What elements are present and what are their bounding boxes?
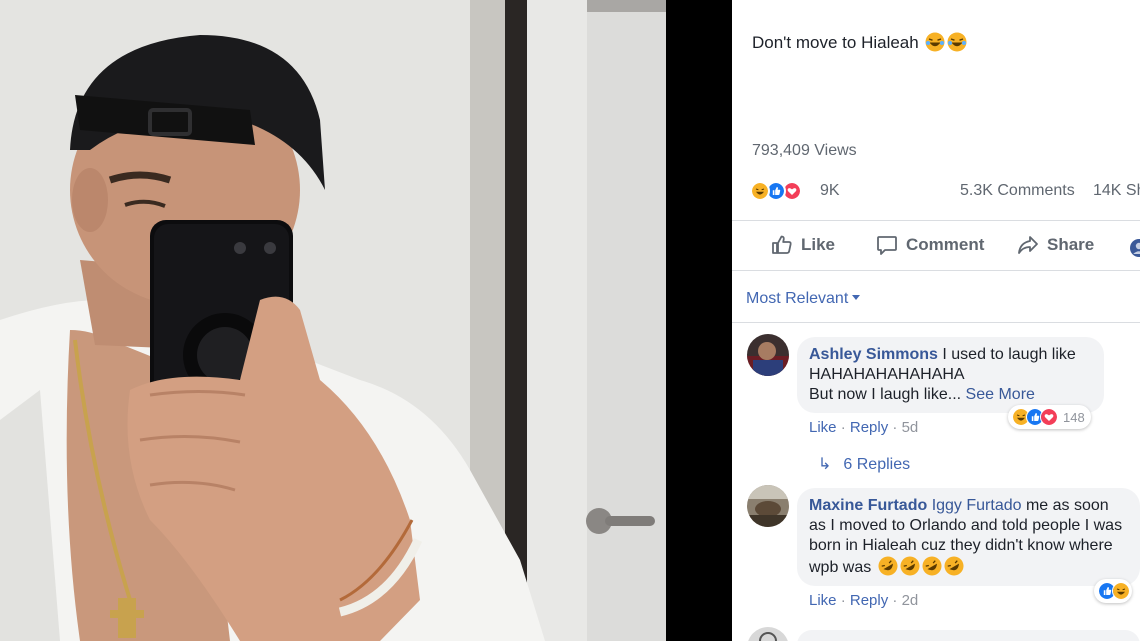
comment-text: me as soon: [1025, 497, 1109, 514]
comment-timestamp[interactable]: 2d: [902, 592, 919, 609]
video-letterbox: [666, 0, 732, 641]
comment-button[interactable]: Comment: [875, 232, 984, 258]
divider: [732, 270, 1140, 271]
comment-sort-label: Most Relevant: [746, 290, 849, 307]
comment-text: wpb was: [809, 559, 872, 576]
view-replies-link[interactable]: ↳ 6 Replies: [818, 454, 910, 474]
comment-text: I used to laugh like: [942, 346, 1076, 363]
haha-reaction-icon: [750, 181, 770, 201]
see-more-link[interactable]: See More: [966, 386, 1035, 403]
reaction-summary: 9K 5.3K Comments 14K Sh: [750, 180, 1140, 202]
haha-reaction-icon: [1112, 582, 1130, 600]
comment-avatar[interactable]: [747, 334, 789, 376]
video-frame: [0, 0, 666, 641]
rofl-icon: [878, 556, 898, 576]
shares-count-link[interactable]: 14K Sh: [1093, 182, 1140, 200]
comment-like-link[interactable]: Like: [809, 419, 837, 436]
view-count: 793,409 Views: [752, 142, 857, 159]
rofl-icon: [922, 556, 942, 576]
laughing-tears-icon: [925, 32, 945, 52]
thumbs-up-icon: [772, 235, 792, 254]
caret-down-icon: [852, 295, 861, 300]
rofl-icon: [944, 556, 964, 576]
share-button[interactable]: Share: [1016, 232, 1094, 258]
love-reaction-icon: [1040, 408, 1058, 426]
post-caption: Don't move to Hialeah: [752, 32, 967, 53]
share-arrow-icon: [1018, 236, 1038, 254]
comment-avatar[interactable]: [747, 485, 789, 527]
tagged-user-link[interactable]: Iggy Furtado: [932, 497, 1022, 514]
comment-reply-link[interactable]: Reply: [850, 592, 888, 609]
comment-text: But now I laugh like...: [809, 386, 962, 403]
comment-text: HAHAHAHAHAHAHA: [809, 366, 965, 383]
comment-bubble: [797, 630, 1140, 641]
reaction-count[interactable]: 9K: [820, 182, 840, 200]
replies-count: 6 Replies: [843, 456, 911, 473]
meta-separator: ·: [840, 592, 846, 609]
comment-author-link[interactable]: Maxine Furtado: [809, 497, 927, 514]
share-button-label: Share: [1047, 235, 1095, 254]
page-avatar-icon[interactable]: [1130, 239, 1140, 257]
comment-timestamp[interactable]: 5d: [902, 419, 919, 436]
divider: [732, 322, 1140, 323]
comment-author-link[interactable]: Ashley Simmons: [809, 346, 938, 363]
reply-arrow-icon: ↳: [818, 456, 832, 473]
comment-reactions[interactable]: 148: [1008, 405, 1091, 429]
video-player[interactable]: [0, 0, 666, 641]
comments-count-link[interactable]: 5.3K Comments: [960, 182, 1075, 200]
post-caption-text: Don't move to Hialeah: [752, 33, 919, 52]
comment-like-link[interactable]: Like: [809, 592, 837, 609]
comment-icon: [877, 236, 897, 255]
comment-reaction-count: 148: [1063, 409, 1085, 425]
post-panel: Don't move to Hialeah 793,409 Views 9K 5…: [732, 0, 1140, 641]
meta-separator: ·: [840, 419, 846, 436]
like-button-label: Like: [801, 235, 836, 254]
comment-meta: Like · Reply · 2d: [809, 592, 918, 609]
comment-avatar[interactable]: [747, 627, 789, 641]
comment-text: as I moved to Orlando and told people I …: [809, 517, 1123, 534]
avatar-photo: [747, 334, 789, 376]
avatar-photo: [747, 485, 789, 527]
post-actions-bar: Like Comment Share: [732, 224, 1140, 268]
comment-bubble: Ashley Simmons I used to laugh like HAHA…: [797, 337, 1104, 413]
comment-button-label: Comment: [906, 235, 985, 254]
comment-meta: Like · Reply · 5d: [809, 419, 918, 436]
divider: [732, 220, 1140, 221]
meta-separator: ·: [892, 592, 898, 609]
comment-reactions[interactable]: [1094, 579, 1132, 603]
comment-text: born in Hialeah cuz they didn't know whe…: [809, 537, 1113, 554]
comment-reply-link[interactable]: Reply: [850, 419, 888, 436]
like-button[interactable]: Like: [770, 232, 835, 258]
avatar-photo: [747, 627, 789, 641]
laughing-tears-icon: [947, 32, 967, 52]
rofl-icon: [900, 556, 920, 576]
comment-sort-dropdown[interactable]: Most Relevant: [746, 290, 861, 308]
meta-separator: ·: [892, 419, 898, 436]
comment-bubble: Maxine Furtado Iggy Furtado me as soon a…: [797, 488, 1140, 586]
